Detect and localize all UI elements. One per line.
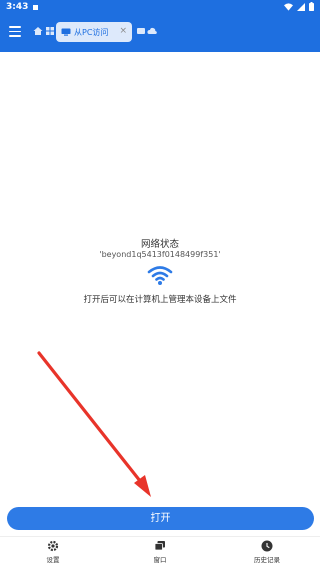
nav-label-windows: 窗口 (153, 556, 167, 564)
tab-label: 从PC访问 (74, 27, 109, 37)
status-bar: 3:43 (0, 0, 320, 16)
wifi-icon (147, 266, 173, 285)
app-header: 3:43 从PC访问 × (0, 0, 320, 52)
home-icon[interactable] (33, 26, 43, 36)
nav-label-history: 历史记录 (254, 556, 280, 564)
network-status-title: 网络状态 (140, 239, 179, 250)
notification-icon (33, 5, 38, 10)
signal-icon (297, 2, 305, 11)
nav-item-history[interactable]: 历史记录 (237, 540, 297, 564)
bottom-nav: 设置 窗口 历史记录 (0, 536, 320, 569)
network-description: 打开后可以在计算机上管理本设备上文件 (83, 295, 237, 305)
status-indicators (284, 2, 314, 11)
gear-icon (47, 540, 59, 552)
network-status-panel: 网络状态 'beyond1q5413f0148499f351' 打开后可以在计算… (0, 52, 320, 500)
tab-pc-access[interactable]: 从PC访问 × (56, 22, 132, 42)
open-button[interactable]: 打开 (7, 507, 314, 530)
wifi-status-icon (284, 2, 293, 11)
clock-icon (261, 540, 273, 552)
nav-label-settings: 设置 (46, 556, 60, 564)
status-time: 3:43 (6, 2, 29, 12)
network-id: 'beyond1q5413f0148499f351' (99, 250, 221, 259)
cloud-icon[interactable] (147, 26, 157, 36)
windows-icon (154, 541, 165, 551)
battery-icon (309, 2, 314, 11)
nav-item-settings[interactable]: 设置 (23, 540, 83, 564)
pc-access-icon (61, 28, 71, 36)
menu-icon[interactable] (9, 26, 21, 38)
close-icon[interactable]: × (119, 26, 127, 36)
card-icon[interactable] (136, 26, 146, 36)
nav-item-windows[interactable]: 窗口 (130, 540, 190, 564)
apps-grid-icon[interactable] (45, 26, 55, 36)
toolbar: 从PC访问 × (0, 18, 320, 48)
